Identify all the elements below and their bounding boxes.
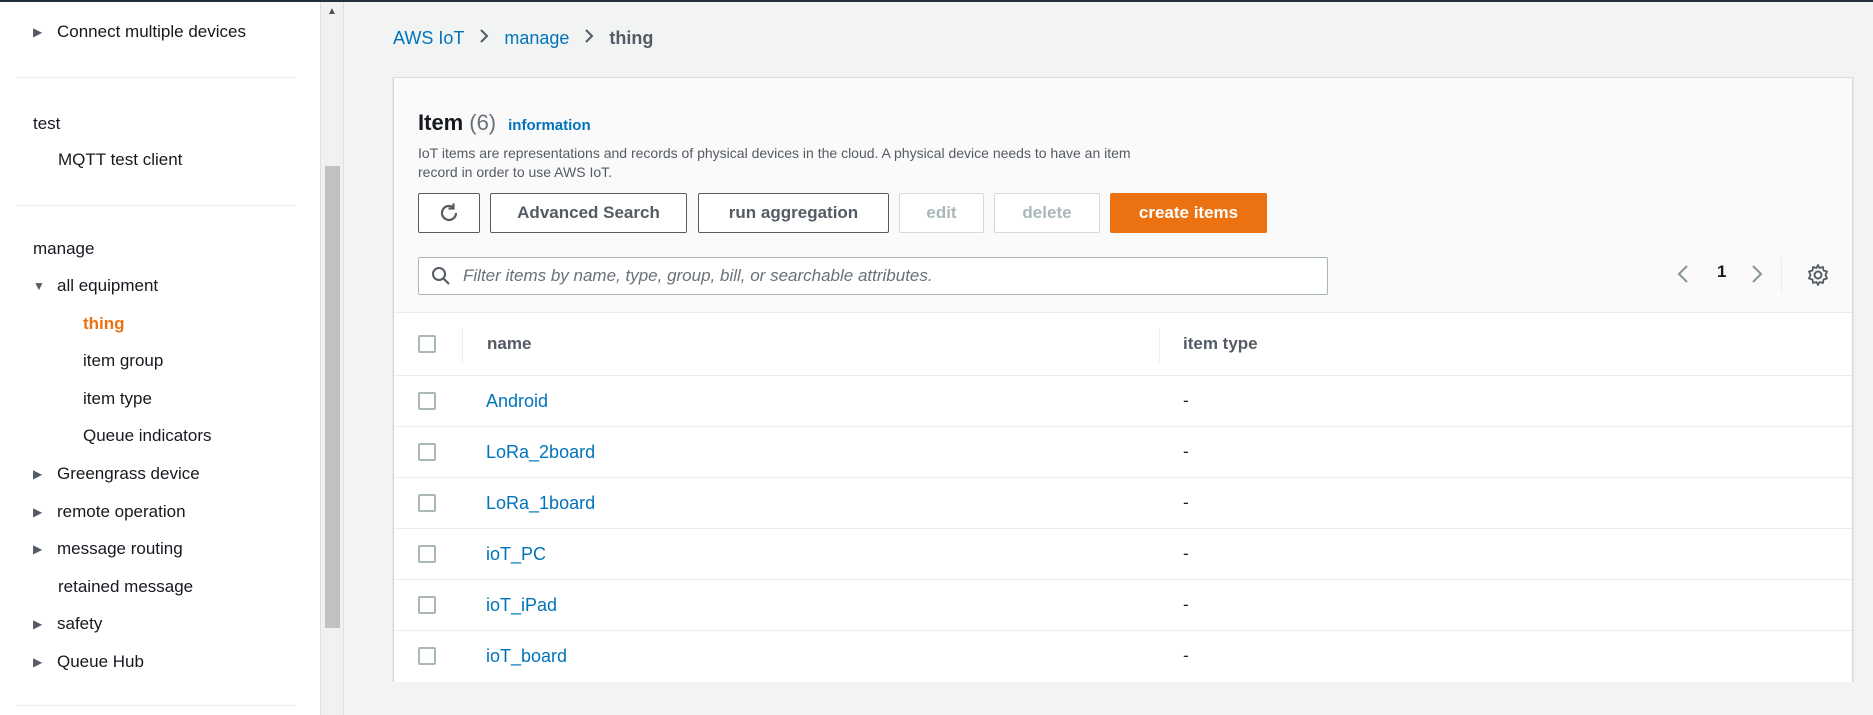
row-checkbox[interactable]: [418, 494, 436, 512]
table-row[interactable]: Android -: [394, 376, 1852, 427]
column-divider: [1159, 328, 1160, 362]
sidebar-item-remote-operation[interactable]: ▶ remote operation: [33, 502, 186, 522]
create-items-button[interactable]: create items: [1110, 193, 1267, 233]
item-count: (6): [469, 110, 497, 135]
gear-icon[interactable]: [1806, 263, 1830, 292]
refresh-icon: [440, 203, 458, 222]
column-divider: [462, 328, 463, 362]
item-name-link[interactable]: LoRa_1board: [486, 493, 595, 514]
sidebar-item-safety[interactable]: ▶ safety: [33, 614, 102, 634]
sidebar-divider: [17, 205, 295, 206]
table-row[interactable]: ioT_PC -: [394, 529, 1852, 580]
sidebar-section-test: test: [33, 114, 61, 133]
sidebar-item-queue-indicators[interactable]: Queue indicators: [83, 426, 212, 446]
item-name-link[interactable]: ioT_board: [486, 646, 567, 667]
item-name-link[interactable]: Android: [486, 391, 548, 412]
panel-description: IoT items are representations and record…: [418, 145, 1131, 180]
items-panel: Item (6) information IoT items are repre…: [393, 77, 1853, 682]
row-checkbox[interactable]: [418, 545, 436, 563]
sidebar-item-connect-multiple-devices[interactable]: ▶ Connect multiple devices: [33, 22, 246, 42]
info-link[interactable]: information: [508, 117, 591, 134]
caret-right-icon: ▶: [33, 467, 43, 481]
sidebar-divider: [17, 77, 295, 78]
scroll-thumb[interactable]: [325, 166, 340, 628]
sidebar-item-queue-hub[interactable]: ▶ Queue Hub: [33, 652, 144, 672]
row-checkbox[interactable]: [418, 647, 436, 665]
table-row[interactable]: LoRa_2board -: [394, 427, 1852, 478]
sidebar: ▶ Connect multiple devices test MQTT tes…: [0, 2, 320, 715]
panel-title-text: Item: [418, 110, 464, 135]
breadcrumb-manage[interactable]: manage: [504, 28, 569, 49]
chevron-right-icon: [478, 28, 490, 49]
item-name-link[interactable]: ioT_PC: [486, 544, 546, 565]
item-type-value: -: [1183, 646, 1189, 665]
edit-button[interactable]: edit: [899, 193, 984, 233]
advanced-search-button[interactable]: Advanced Search: [490, 193, 687, 233]
pagination-current-page[interactable]: 1: [1717, 262, 1726, 282]
pagination-prev-icon[interactable]: [1677, 264, 1689, 289]
sidebar-item-thing[interactable]: thing: [83, 314, 125, 334]
breadcrumb-current: thing: [609, 28, 654, 48]
item-name-link[interactable]: ioT_iPad: [486, 595, 557, 616]
row-checkbox[interactable]: [418, 596, 436, 614]
panel-title: Item (6) information: [418, 110, 591, 136]
panel-header: Item (6) information IoT items are repre…: [394, 78, 1852, 313]
item-type-value: -: [1183, 391, 1189, 410]
sidebar-item-item-type[interactable]: item type: [83, 389, 152, 409]
sidebar-item-item-group[interactable]: item group: [83, 351, 163, 371]
delete-button[interactable]: delete: [994, 193, 1100, 233]
sidebar-divider: [17, 705, 295, 706]
breadcrumb: AWS IoT manage thing: [393, 28, 653, 49]
refresh-button[interactable]: [418, 193, 480, 233]
row-checkbox[interactable]: [418, 443, 436, 461]
caret-right-icon: ▶: [33, 505, 43, 519]
sidebar-section-manage: manage: [33, 239, 95, 258]
sidebar-item-message-routing[interactable]: ▶ message routing: [33, 539, 183, 559]
breadcrumb-aws-iot[interactable]: AWS IoT: [393, 28, 464, 49]
sidebar-item-greengrass-device[interactable]: ▶ Greengrass device: [33, 464, 200, 484]
sidebar-item-retained-message[interactable]: retained message: [58, 577, 193, 597]
pagination-next-icon[interactable]: [1751, 264, 1763, 289]
item-type-value: -: [1183, 442, 1189, 461]
table-row[interactable]: ioT_board -: [394, 631, 1852, 682]
caret-right-icon: ▶: [33, 25, 43, 39]
column-header-name[interactable]: name: [487, 334, 531, 354]
search-icon: [431, 266, 457, 286]
sidebar-scrollbar[interactable]: ▲: [320, 2, 344, 715]
pagination-divider: [1781, 258, 1782, 292]
item-type-value: -: [1183, 595, 1189, 614]
search-field[interactable]: [418, 257, 1328, 295]
table-row[interactable]: ioT_iPad -: [394, 580, 1852, 631]
sidebar-item-mqtt-test-client[interactable]: MQTT test client: [58, 150, 182, 170]
run-aggregation-button[interactable]: run aggregation: [698, 193, 889, 233]
table-header: name item type: [394, 314, 1852, 376]
caret-right-icon: ▶: [33, 655, 43, 669]
row-checkbox[interactable]: [418, 392, 436, 410]
search-input[interactable]: [463, 266, 1323, 286]
sidebar-item-all-equipment[interactable]: ▼ all equipment: [33, 276, 158, 296]
item-type-value: -: [1183, 544, 1189, 563]
caret-right-icon: ▶: [33, 542, 43, 556]
column-header-item-type[interactable]: item type: [1183, 334, 1258, 354]
caret-right-icon: ▶: [33, 617, 43, 631]
select-all-checkbox[interactable]: [418, 335, 436, 353]
scroll-up-arrow-icon[interactable]: ▲: [327, 6, 337, 17]
item-type-value: -: [1183, 493, 1189, 512]
chevron-right-icon: [583, 28, 595, 49]
caret-down-icon: ▼: [33, 279, 45, 293]
table-row[interactable]: LoRa_1board -: [394, 478, 1852, 529]
item-name-link[interactable]: LoRa_2board: [486, 442, 595, 463]
